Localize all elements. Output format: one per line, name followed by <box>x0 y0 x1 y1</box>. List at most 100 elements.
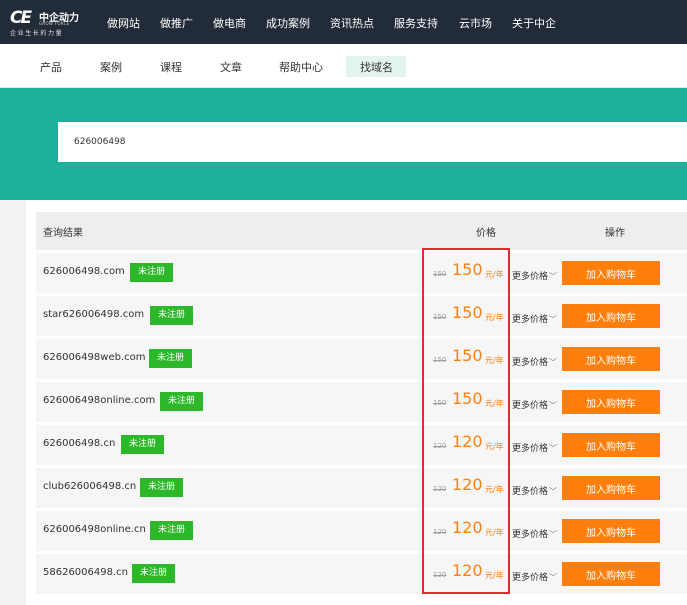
status-badge: 未注册 <box>132 564 176 583</box>
status-badge: 未注册 <box>149 349 193 368</box>
domain-name: star626006498.com <box>43 309 145 320</box>
status-badge: 未注册 <box>160 392 204 411</box>
more-prices-label: 更多价格 <box>512 315 549 325</box>
tab-help-center[interactable]: 帮助中心 <box>279 59 323 75</box>
price-unit: 元/年 <box>485 485 504 494</box>
domain-name: 626006498.cn <box>43 438 116 449</box>
table-row: star626006498.com 未注册 150 150 元/年 更多价格﹀ … <box>36 296 687 336</box>
more-prices-dropdown[interactable]: 更多价格﹀ <box>512 269 557 282</box>
logo-slogan: 企业生长的力量 <box>10 30 64 37</box>
current-price: 150 <box>452 260 483 279</box>
top-nav-item[interactable]: 云市场 <box>459 15 492 31</box>
more-prices-label: 更多价格 <box>512 487 549 497</box>
add-to-cart-button[interactable]: 加入购物车 <box>562 390 660 414</box>
status-badge: 未注册 <box>140 478 184 497</box>
current-price: 120 <box>452 475 483 494</box>
add-to-cart-button[interactable]: 加入购物车 <box>562 433 660 457</box>
results-table-header: 查询结果 价格 操作 <box>36 212 687 250</box>
header-action: 操作 <box>605 228 625 239</box>
more-prices-dropdown[interactable]: 更多价格﹀ <box>512 398 557 411</box>
more-prices-label: 更多价格 <box>512 530 549 540</box>
top-nav-item[interactable]: 做网站 <box>107 15 140 31</box>
chevron-down-icon: ﹀ <box>549 573 558 582</box>
add-to-cart-button[interactable]: 加入购物车 <box>562 476 660 500</box>
logo-en-text: GROW FORCE <box>39 21 70 26</box>
original-price: 150 <box>433 399 447 407</box>
more-prices-dropdown[interactable]: 更多价格﹀ <box>512 527 557 540</box>
domain-search-input[interactable] <box>58 122 687 162</box>
chevron-down-icon: ﹀ <box>549 444 558 453</box>
results-panel: 查询结果 价格 操作 626006498.com 未注册 150 150 元/年… <box>26 200 687 605</box>
add-to-cart-button[interactable]: 加入购物车 <box>562 261 660 285</box>
domain-name: club626006498.cn <box>43 481 137 492</box>
price-unit: 元/年 <box>485 356 504 365</box>
header-result: 查询结果 <box>43 228 83 239</box>
more-prices-dropdown[interactable]: 更多价格﹀ <box>512 441 557 454</box>
more-prices-dropdown[interactable]: 更多价格﹀ <box>512 312 557 325</box>
chevron-down-icon: ﹀ <box>549 401 558 410</box>
brand-logo[interactable]: CE 中企动力 GROW FORCE 企业生长的力量 <box>8 7 86 37</box>
domain-name: 58626006498.cn <box>43 567 128 578</box>
chevron-down-icon: ﹀ <box>549 272 558 281</box>
tab-courses[interactable]: 课程 <box>160 59 182 75</box>
logo-mark-icon: CE <box>10 8 32 28</box>
table-row: 626006498web.com 未注册 150 150 元/年 更多价格﹀ 加… <box>36 339 687 379</box>
table-row: 58626006498.cn 未注册 120 120 元/年 更多价格﹀ 加入购… <box>36 554 687 594</box>
table-row: 626006498.cn 未注册 120 120 元/年 更多价格﹀ 加入购物车 <box>36 425 687 465</box>
add-to-cart-button[interactable]: 加入购物车 <box>562 519 660 543</box>
chevron-down-icon: ﹀ <box>549 358 558 367</box>
table-row: 626006498online.com 未注册 150 150 元/年 更多价格… <box>36 382 687 422</box>
price-unit: 元/年 <box>485 571 504 580</box>
price-unit: 元/年 <box>485 313 504 322</box>
tab-articles[interactable]: 文章 <box>220 59 242 75</box>
top-nav-item[interactable]: 关于中企 <box>512 15 556 31</box>
more-prices-dropdown[interactable]: 更多价格﹀ <box>512 355 557 368</box>
more-prices-dropdown[interactable]: 更多价格﹀ <box>512 570 557 583</box>
header-price: 价格 <box>476 228 496 239</box>
status-badge: 未注册 <box>150 521 194 540</box>
original-price: 120 <box>433 442 447 450</box>
domain-name: 626006498.com <box>43 266 125 277</box>
add-to-cart-button[interactable]: 加入购物车 <box>562 304 660 328</box>
more-prices-label: 更多价格 <box>512 358 549 368</box>
current-price: 120 <box>452 561 483 580</box>
price-unit: 元/年 <box>485 270 504 279</box>
original-price: 120 <box>433 485 447 493</box>
original-price: 150 <box>433 356 447 364</box>
price-unit: 元/年 <box>485 399 504 408</box>
top-nav-item[interactable]: 成功案例 <box>266 15 310 31</box>
status-badge: 未注册 <box>150 306 194 325</box>
current-price: 150 <box>452 389 483 408</box>
domain-name: 626006498web.com <box>43 352 146 363</box>
top-navbar: CE 中企动力 GROW FORCE 企业生长的力量 做网站 做推广 做电商 成… <box>0 0 687 44</box>
table-row: 626006498.com 未注册 150 150 元/年 更多价格﹀ 加入购物… <box>36 253 687 293</box>
more-prices-label: 更多价格 <box>512 272 549 282</box>
current-price: 120 <box>452 432 483 451</box>
current-price: 120 <box>452 518 483 537</box>
top-nav-item[interactable]: 做电商 <box>213 15 246 31</box>
status-badge: 未注册 <box>130 263 174 282</box>
original-price: 120 <box>433 528 447 536</box>
table-row: 626006498online.cn 未注册 120 120 元/年 更多价格﹀… <box>36 511 687 551</box>
tab-cases[interactable]: 案例 <box>100 59 122 75</box>
sub-navbar: 产品 案例 课程 文章 帮助中心 找域名 <box>0 44 687 88</box>
table-row: club626006498.cn 未注册 120 120 元/年 更多价格﹀ 加… <box>36 468 687 508</box>
status-badge: 未注册 <box>121 435 165 454</box>
tab-products[interactable]: 产品 <box>40 59 62 75</box>
more-prices-dropdown[interactable]: 更多价格﹀ <box>512 484 557 497</box>
original-price: 150 <box>433 270 447 278</box>
top-nav-item[interactable]: 做推广 <box>160 15 193 31</box>
add-to-cart-button[interactable]: 加入购物车 <box>562 562 660 586</box>
domain-name: 626006498online.com <box>43 395 156 406</box>
chevron-down-icon: ﹀ <box>549 315 558 324</box>
add-to-cart-button[interactable]: 加入购物车 <box>562 347 660 371</box>
price-unit: 元/年 <box>485 528 504 537</box>
more-prices-label: 更多价格 <box>512 573 549 583</box>
search-banner <box>0 88 687 200</box>
price-unit: 元/年 <box>485 442 504 451</box>
original-price: 150 <box>433 313 447 321</box>
tab-find-domain[interactable]: 找域名 <box>360 59 393 75</box>
current-price: 150 <box>452 303 483 322</box>
top-nav-item[interactable]: 服务支持 <box>394 15 438 31</box>
top-nav-item[interactable]: 资讯热点 <box>330 15 374 31</box>
